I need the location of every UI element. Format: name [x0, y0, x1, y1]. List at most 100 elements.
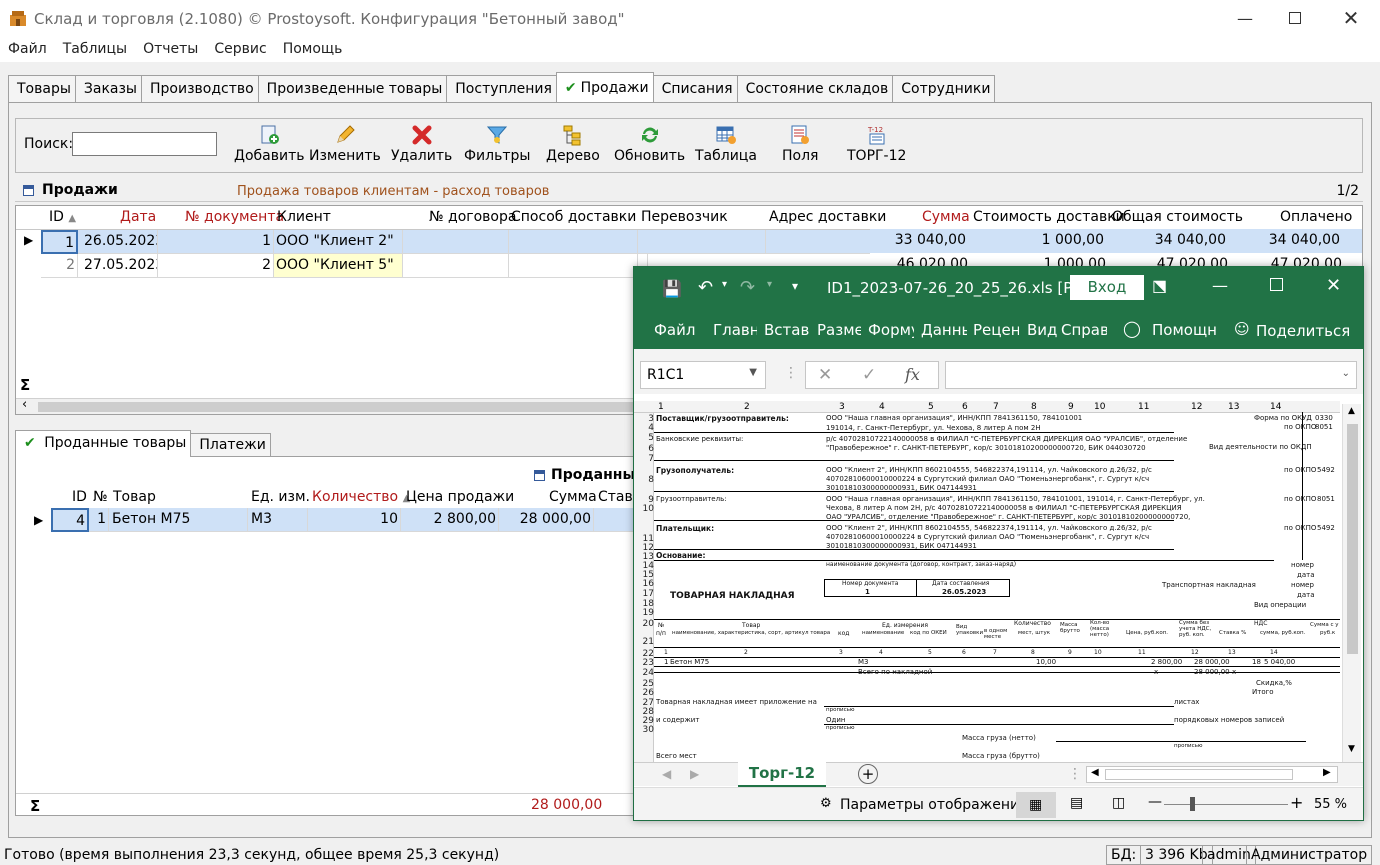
chevron-down-icon[interactable]: ⌄	[1342, 368, 1350, 379]
ribbon-tab-review[interactable]: Рецен	[973, 321, 1019, 339]
table-row-values[interactable]: 33 040,00 1 000,00 34 040,00 34 040,00	[870, 229, 1362, 253]
col-sum[interactable]: Сумма	[922, 206, 970, 228]
fields-button[interactable]: Поля	[782, 124, 818, 164]
col-id[interactable]: ID ▲	[49, 206, 76, 228]
ribbon-tab-formulas[interactable]: Форму	[868, 321, 914, 339]
zoom-in-icon[interactable]: +	[1290, 793, 1303, 812]
tab-goods[interactable]: Товары	[8, 75, 76, 102]
cell-total[interactable]: 34 040,00	[1155, 232, 1228, 248]
table-button[interactable]: Таблица	[695, 124, 757, 164]
refresh-button[interactable]: Обновить	[614, 124, 685, 164]
fx-icon[interactable]: fx	[905, 365, 920, 384]
tab-receipts[interactable]: Поступления	[446, 75, 557, 102]
cell-sum[interactable]: 28 000,00	[499, 508, 594, 532]
cancel-icon[interactable]: ✕	[818, 365, 832, 385]
col-price[interactable]: Цена продажи	[406, 486, 514, 508]
cell-price[interactable]: 2 800,00	[401, 508, 499, 532]
maximize-icon[interactable]	[1270, 278, 1283, 291]
cell-doc[interactable]: 1	[158, 230, 274, 254]
redo-icon[interactable]: ↷	[740, 277, 755, 298]
torg12-button[interactable]: T-12 ТОРГ-12	[847, 124, 906, 164]
col-doc-number[interactable]: № документа	[185, 206, 284, 228]
name-box[interactable]: R1C1 ▼	[640, 361, 766, 389]
tab-writeoffs[interactable]: Списания	[652, 75, 738, 102]
ribbon-tab-view[interactable]: Вид	[1027, 321, 1057, 339]
minimize-button[interactable]: —	[1222, 0, 1268, 36]
scroll-left-icon[interactable]: ‹	[22, 397, 27, 412]
ribbon-tab-data[interactable]: Данны	[921, 321, 967, 339]
tab-sold-goods[interactable]: ✔ Проданные товары	[15, 430, 192, 457]
ribbon-tab-layout[interactable]: Разме	[817, 321, 861, 339]
cell-delivery-cost[interactable]: 1 000,00	[1042, 232, 1106, 248]
col-contract[interactable]: № договора	[429, 206, 516, 228]
search-input[interactable]	[72, 132, 217, 156]
tab-production[interactable]: Производство	[140, 75, 259, 102]
customize-icon[interactable]: ▾	[792, 279, 798, 293]
horizontal-scrollbar[interactable]: ◀ ▶	[1086, 766, 1338, 783]
display-settings[interactable]: Параметры отображения	[840, 797, 1028, 813]
ribbon-display-icon[interactable]: ⬔	[1152, 276, 1167, 295]
col-item[interactable]: Товар	[113, 486, 156, 508]
tree-button[interactable]: Дерево	[546, 124, 600, 164]
tab-orders[interactable]: Заказы	[74, 75, 142, 102]
menu-help[interactable]: Помощь	[275, 38, 351, 62]
scroll-up-icon[interactable]: ▲	[1348, 406, 1355, 416]
prev-sheet-icon[interactable]: ◀	[662, 767, 671, 781]
cell-carrier[interactable]	[638, 230, 766, 254]
scroll-down-icon[interactable]: ▼	[1348, 744, 1355, 754]
col-sum[interactable]: Сумма	[549, 486, 597, 508]
edit-button[interactable]: Изменить	[309, 124, 381, 164]
zoom-level[interactable]: 55 %	[1314, 797, 1347, 812]
scroll-left-icon[interactable]: ◀	[1091, 767, 1099, 778]
cell-rate[interactable]	[594, 508, 636, 532]
col-id[interactable]: ID	[72, 486, 87, 508]
cell-client[interactable]: ООО "Клиент 5"	[274, 254, 403, 278]
cell-sum[interactable]: 33 040,00	[895, 232, 968, 248]
menu-reports[interactable]: Отчеты	[135, 38, 206, 62]
menu-tables[interactable]: Таблицы	[55, 38, 135, 62]
close-icon[interactable]: ✕	[1326, 275, 1341, 296]
col-total[interactable]: Общая стоимость	[1112, 206, 1243, 228]
page-break-icon[interactable]: ◫	[1112, 795, 1125, 811]
menu-service[interactable]: Сервис	[206, 38, 274, 62]
col-carrier[interactable]: Перевозчик	[641, 206, 728, 228]
cell-contract[interactable]	[403, 230, 509, 254]
signin-button[interactable]: Вход	[1070, 275, 1144, 300]
add-button[interactable]: Добавить	[234, 124, 304, 164]
ribbon-tab-insert[interactable]: Вставк	[764, 321, 810, 339]
cell-delivery-method[interactable]	[509, 230, 638, 254]
close-button[interactable]: ✕	[1328, 0, 1374, 36]
col-unit[interactable]: Ед. изм.	[251, 486, 310, 508]
col-qty[interactable]: Количество ▲	[312, 486, 410, 508]
cell-id[interactable]: 1	[41, 230, 78, 254]
scroll-right-icon[interactable]: ▶	[1323, 767, 1331, 778]
undo-icon[interactable]: ↶	[698, 277, 713, 298]
cell-id[interactable]: 4	[51, 508, 89, 532]
add-sheet-icon[interactable]: +	[858, 764, 878, 784]
excel-window[interactable]: 💾 ↶ ▾ ↷ ▾ ▾ ID1_2023-07-26_20_25_26.xls …	[633, 266, 1364, 821]
sheet-tab-torg12[interactable]: Торг-12	[738, 762, 826, 788]
tab-payments[interactable]: Платежи	[190, 433, 271, 457]
save-icon[interactable]: 💾	[662, 279, 682, 298]
zoom-out-icon[interactable]: —	[1148, 794, 1162, 810]
col-date[interactable]: Дата	[120, 206, 156, 228]
tab-produced-goods[interactable]: Произведенные товары	[257, 75, 448, 102]
zoom-slider-thumb[interactable]	[1190, 797, 1195, 811]
cell-num[interactable]: 1	[89, 508, 109, 532]
chevron-down-icon[interactable]: ▾	[722, 279, 727, 290]
sheet-area[interactable]: 1 2 3 4 5 6 7 8 9 10 11 12 13 14 Поставщ…	[634, 394, 1363, 762]
minimize-icon[interactable]: —	[1212, 276, 1228, 295]
enter-icon[interactable]: ✓	[862, 365, 876, 385]
cell-contract[interactable]	[403, 254, 509, 278]
page-layout-icon[interactable]: ▤	[1070, 795, 1083, 811]
col-client[interactable]: Клиент	[277, 206, 331, 228]
cell-id[interactable]: 2	[41, 254, 78, 278]
share-button[interactable]: Поделиться	[1256, 322, 1350, 340]
formula-input[interactable]: ⌄	[945, 361, 1357, 389]
zoom-slider[interactable]	[1164, 804, 1288, 805]
delete-button[interactable]: Удалить	[391, 124, 452, 164]
normal-view-button[interactable]: ▦	[1016, 792, 1056, 818]
scrollbar-thumb[interactable]	[1347, 424, 1358, 654]
next-sheet-icon[interactable]: ▶	[690, 767, 699, 781]
col-address[interactable]: Адрес доставки	[769, 206, 886, 228]
